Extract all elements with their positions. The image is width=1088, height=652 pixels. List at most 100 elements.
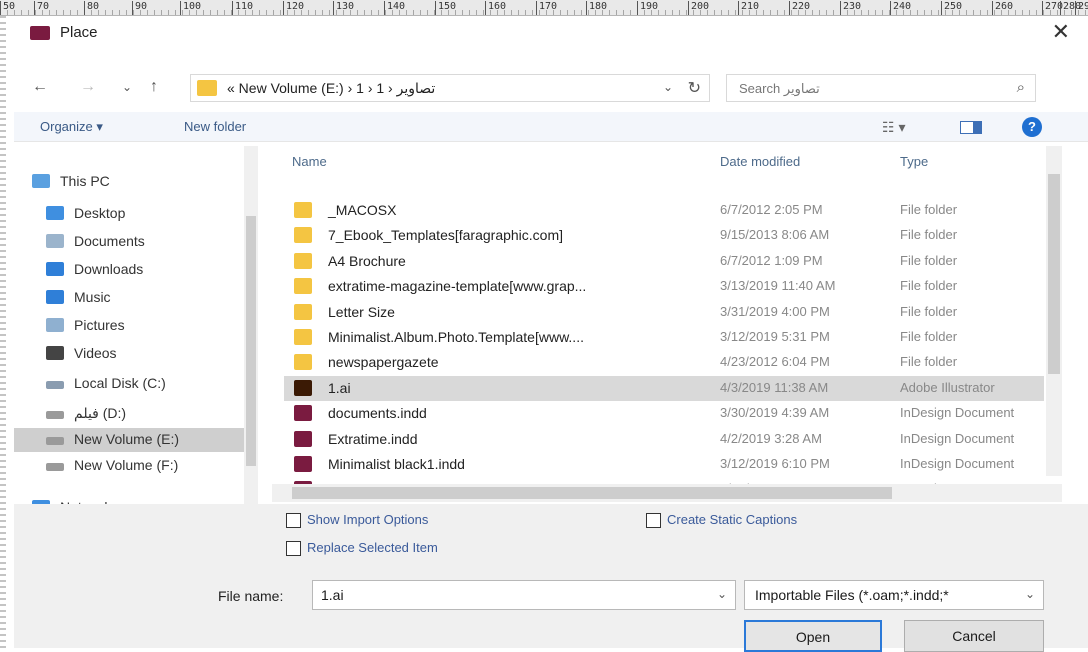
file-date: 4/23/2012 6:04 PM — [720, 354, 830, 370]
file-type: InDesign Document — [900, 430, 1015, 446]
sidebar-item-label: New Volume (F:) — [74, 457, 179, 473]
file-date: 3/30/2019 4:39 AM — [720, 405, 830, 421]
file-row[interactable]: Minimalist black1.indd 3/12/2019 6:10 PM I… — [284, 452, 1044, 477]
file-date: 4/3/2019 11:38 AM — [720, 379, 829, 395]
title-bar: Place ✕ — [14, 16, 1088, 50]
forward-arrow-icon[interactable]: → — [80, 78, 96, 96]
file-date: 4/2/2019 3:28 AM — [720, 430, 822, 446]
checkbox-box[interactable] — [286, 513, 301, 529]
scroll-thumb[interactable] — [292, 487, 892, 499]
sidebar-item-label: Desktop — [74, 205, 126, 221]
file-row[interactable]: 7_Ebook_Templates[faragraphic.com] 9/15/2… — [284, 223, 1044, 248]
downloads-icon — [46, 262, 64, 276]
file-row[interactable]: Extratime.indd 4/2/2019 3:28 AM InDesign D… — [284, 427, 1044, 452]
sidebar-item[interactable]: Pictures — [14, 314, 244, 338]
column-header-type[interactable]: Type — [900, 154, 928, 169]
file-row[interactable]: 1.ai 4/3/2019 11:38 AM Adobe Illustrator — [284, 375, 1044, 401]
ruler-label: 80 — [84, 1, 99, 15]
file-name: _MACOSX — [328, 202, 397, 218]
sidebar-item[interactable]: فیلم (D:) — [14, 402, 244, 426]
file-type-value[interactable]: Importable Files (*.oam;*.indd;* — [755, 587, 949, 603]
chevron-down-icon[interactable]: ⌄ — [663, 80, 673, 94]
replace-selected-item-checkbox[interactable]: Replace Selected Item — [286, 540, 438, 557]
preview-pane-icon[interactable] — [960, 121, 982, 134]
file-row[interactable]: newspapergazete 4/23/2012 6:04 PM File fol… — [284, 350, 1044, 375]
chevron-down-icon[interactable]: ⌄ — [1025, 587, 1035, 601]
scroll-thumb[interactable] — [246, 216, 256, 466]
sidebar-item[interactable]: New Volume (E:) — [14, 428, 244, 452]
sidebar-item[interactable]: Music — [14, 286, 244, 310]
indesign-file-icon — [294, 430, 312, 447]
ruler-label: 170 — [536, 1, 557, 15]
breadcrumb[interactable]: « New Volume (E:) › 1 › 1 › تصاویر — [227, 80, 435, 97]
filename-label: File name: — [218, 588, 284, 604]
refresh-icon[interactable]: ↻ — [688, 78, 701, 98]
file-name: newspapergazete — [328, 354, 439, 371]
file-name: extratime-magazine-template[www.grap... — [328, 278, 587, 295]
checkbox-label: Replace Selected Item — [307, 540, 438, 555]
music-icon — [46, 290, 64, 304]
sidebar-item[interactable]: Downloads — [14, 258, 244, 282]
filename-value[interactable]: 1.ai — [321, 587, 344, 603]
sidebar-item-label: Local Disk (C:) — [74, 375, 166, 391]
file-list-horizontal-scrollbar[interactable] — [272, 484, 1062, 502]
sidebar-item-label: This PC — [60, 173, 110, 189]
indesign-file-icon — [294, 405, 312, 422]
file-row[interactable]: A4 Brochure 6/7/2012 1:09 PM File folder — [284, 249, 1044, 274]
column-header-date[interactable]: Date modified — [720, 154, 800, 169]
sidebar-item[interactable]: Documents — [14, 230, 244, 254]
file-row[interactable]: Minimalist.Album.Photo.Template[www.... 3… — [284, 325, 1044, 350]
pictures-icon — [46, 318, 64, 332]
file-type: File folder — [900, 278, 958, 294]
sidebar-item[interactable]: This PC — [0, 170, 230, 194]
file-type: Adobe Illustrator — [900, 379, 995, 395]
navigation-pane: This PC Desktop Documents Downloads Music Pic… — [14, 146, 258, 515]
new-folder-button[interactable]: New folder — [184, 119, 246, 134]
cancel-button[interactable]: Cancel — [904, 620, 1044, 652]
open-button[interactable]: Open — [744, 620, 882, 652]
view-options-icon[interactable]: ☷ ▾ — [882, 119, 905, 136]
help-icon[interactable]: ? — [1022, 117, 1042, 137]
file-row[interactable]: _MACOSX 6/7/2012 2:05 PM File folder — [284, 198, 1044, 223]
sidebar-item-label: Pictures — [74, 317, 125, 333]
file-name: Letter Size — [328, 303, 395, 320]
documents-icon — [46, 234, 64, 248]
file-type-select[interactable]: Importable Files (*.oam;*.indd;* ⌄ — [744, 580, 1044, 610]
scroll-thumb[interactable] — [1048, 174, 1060, 374]
file-date: 6/7/2012 1:09 PM — [720, 252, 823, 268]
file-name: documents.indd — [328, 405, 427, 422]
file-row[interactable]: Letter Size 3/31/2019 4:00 PM File folder — [284, 300, 1044, 325]
checkbox-box[interactable] — [286, 541, 301, 557]
sidebar-item[interactable]: New Volume (F:) — [14, 454, 244, 478]
sidebar-item-label: فیلم (D:) — [74, 405, 127, 421]
file-list-vertical-scrollbar[interactable] — [1046, 146, 1062, 476]
navigation-scrollbar[interactable] — [244, 146, 258, 506]
file-row[interactable]: documents.indd 3/30/2019 4:39 AM InDesign … — [284, 401, 1044, 426]
column-header-name[interactable]: Name — [292, 154, 327, 169]
ruler-label: 230 — [840, 1, 861, 15]
sidebar-item[interactable]: Desktop — [14, 202, 244, 226]
recent-locations-icon[interactable]: ⌄ — [122, 80, 132, 94]
ruler-label: 70 — [34, 1, 49, 15]
drive-icon — [46, 463, 64, 471]
chevron-down-icon[interactable]: ⌄ — [717, 587, 727, 601]
search-box[interactable]: Search تصاویر ⌕ — [726, 74, 1036, 102]
sidebar-item[interactable]: Videos — [14, 342, 244, 366]
sidebar-item[interactable]: Local Disk (C:) — [14, 372, 244, 396]
up-arrow-icon[interactable]: ↑ — [150, 78, 158, 96]
back-arrow-icon[interactable]: ← — [32, 78, 48, 96]
search-icon[interactable]: ⌕ — [1017, 79, 1025, 96]
address-bar[interactable]: « New Volume (E:) › 1 › 1 › تصاویر ⌄ ↻ — [190, 74, 710, 102]
organize-menu[interactable]: Organize ▾ — [40, 119, 103, 135]
checkbox-box[interactable] — [646, 513, 661, 529]
close-icon[interactable]: ✕ — [1052, 21, 1070, 43]
drive-icon — [46, 437, 64, 445]
file-row[interactable]: extratime-magazine-template[www.grap... 3… — [284, 274, 1044, 299]
show-import-options-checkbox[interactable]: Show Import Options — [286, 512, 428, 529]
search-input[interactable]: Search تصاویر — [739, 81, 820, 97]
command-toolbar: Organize ▾ New folder ☷ ▾ ? — [14, 112, 1088, 142]
create-static-captions-checkbox[interactable]: Create Static Captions — [646, 512, 797, 529]
filename-field[interactable]: 1.ai ⌄ — [312, 580, 736, 610]
ruler-label: 250 — [941, 1, 962, 15]
ruler-label: 190 — [637, 1, 658, 15]
